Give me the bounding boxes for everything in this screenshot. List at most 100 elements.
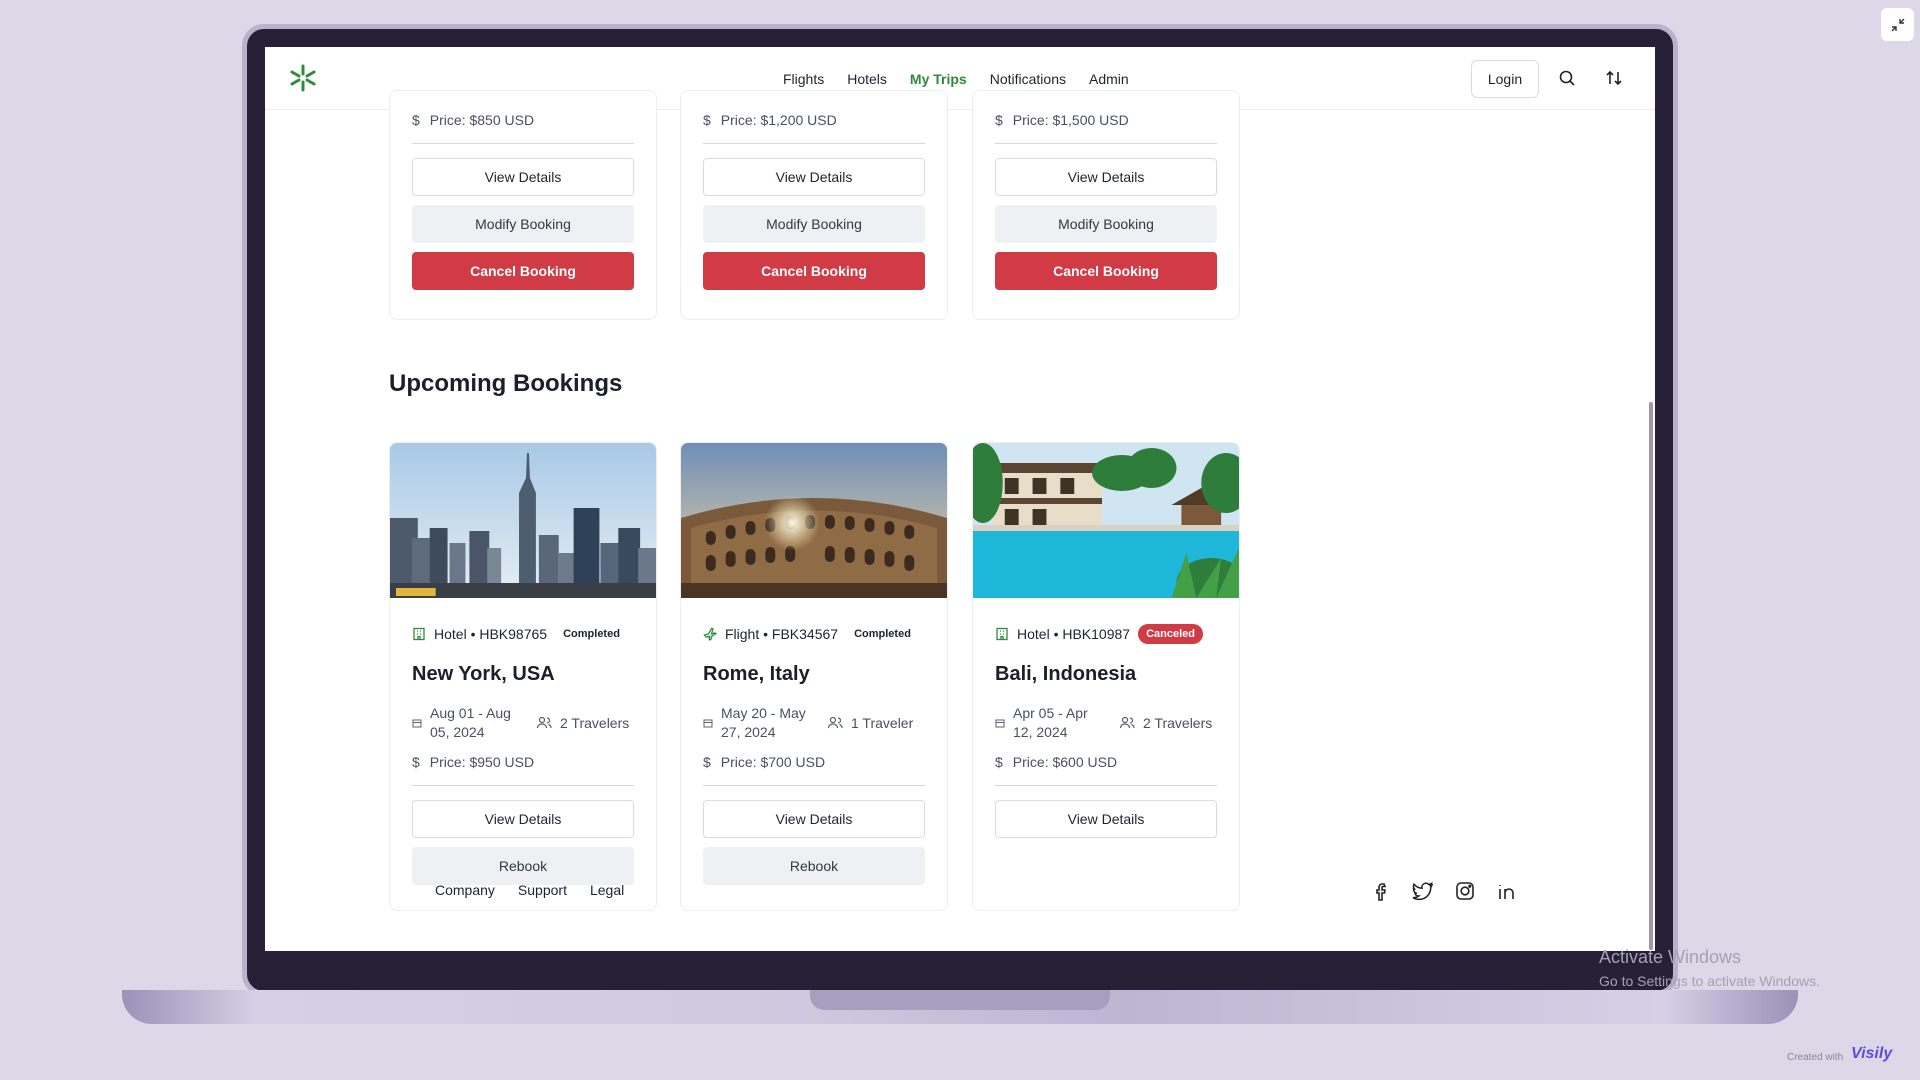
divider	[412, 785, 634, 786]
users-icon	[536, 716, 552, 729]
laptop-notch	[810, 990, 1110, 1010]
booking-type-ref: Hotel • HBK10987	[1017, 626, 1131, 642]
logo-icon[interactable]	[289, 64, 317, 92]
collapse-icon[interactable]	[1881, 8, 1914, 41]
booking-card-active: $ Price: $1,200 USD View Details Modify …	[680, 90, 948, 320]
login-button[interactable]: Login	[1471, 60, 1539, 98]
booking-dates: May 20 - May 27, 2024	[721, 705, 806, 740]
linkedin-icon[interactable]	[1496, 880, 1518, 902]
dollar-icon: $	[703, 112, 711, 128]
booking-details: Apr 05 - Apr 12, 2024 2 Travelers	[995, 704, 1217, 742]
price-label: Price: $700 USD	[720, 754, 826, 770]
price-row: $ Price: $700 USD	[703, 750, 925, 774]
price-label: Price: $1,200 USD	[720, 112, 837, 128]
status-badge: Canceled	[1138, 624, 1204, 644]
travelers: 2 Travelers	[536, 715, 629, 731]
activate-windows-title: Activate Windows	[1599, 947, 1742, 967]
view-details-button[interactable]: View Details	[995, 158, 1217, 196]
price-row: $ Price: $1,500 USD	[995, 108, 1217, 132]
section-title-upcoming: Upcoming Bookings	[389, 370, 623, 397]
divider	[703, 143, 925, 144]
price-label: Price: $600 USD	[1012, 754, 1118, 770]
footer-link-support[interactable]: Support	[518, 882, 567, 898]
booking-type-ref: Flight • FBK34567	[725, 626, 839, 642]
booking-card: Hotel • HBK10987 Canceled Bali, Indonesi…	[972, 442, 1240, 911]
calendar-icon	[412, 719, 422, 728]
view-details-button[interactable]: View Details	[703, 158, 925, 196]
booking-card-active: $ Price: $850 USD View Details Modify Bo…	[389, 90, 657, 320]
booking-meta: Flight • FBK34567 Completed	[703, 623, 925, 645]
colosseum-image	[681, 443, 947, 598]
price-row: $ Price: $950 USD	[412, 750, 634, 774]
booking-type-ref: Hotel • HBK98765	[434, 626, 548, 642]
price-row: $ Price: $600 USD	[995, 750, 1217, 774]
price-label: Price: $1,500 USD	[1012, 112, 1129, 128]
scrollbar[interactable]	[1649, 402, 1653, 950]
facebook-icon[interactable]	[1371, 880, 1393, 902]
view-details-button[interactable]: View Details	[412, 800, 634, 838]
view-details-button[interactable]: View Details	[995, 800, 1217, 838]
travelers-count: 2 Travelers	[560, 715, 630, 731]
footer-link-company[interactable]: Company	[435, 882, 495, 898]
dollar-icon: $	[703, 754, 711, 770]
modify-booking-button[interactable]: Modify Booking	[412, 205, 634, 243]
cancel-booking-button[interactable]: Cancel Booking	[703, 252, 925, 290]
travelers: 2 Travelers	[1119, 715, 1212, 731]
dollar-icon: $	[995, 754, 1003, 770]
booking-card-active: $ Price: $1,500 USD View Details Modify …	[972, 90, 1240, 320]
nav-link-flights[interactable]: Flights	[783, 71, 824, 87]
nav-link-my-trips[interactable]: My Trips	[910, 71, 967, 87]
price-label: Price: $850 USD	[429, 112, 535, 128]
bali-resort-pool-image	[973, 443, 1239, 598]
travelers-count: 1 Traveler	[851, 715, 914, 731]
sort-icon[interactable]	[1605, 69, 1623, 87]
booking-dates: Apr 05 - Apr 12, 2024	[1013, 705, 1088, 740]
modify-booking-button[interactable]: Modify Booking	[995, 205, 1217, 243]
destination-title: New York, USA	[412, 663, 555, 685]
divider	[995, 143, 1217, 144]
twitter-icon[interactable]	[1412, 880, 1434, 902]
booking-dates: Aug 01 - Aug 05, 2024	[430, 705, 511, 740]
hotel-icon	[413, 627, 425, 641]
price-label: Price: $950 USD	[429, 754, 535, 770]
hotel-icon	[996, 627, 1008, 641]
nav-link-hotels[interactable]: Hotels	[847, 71, 887, 87]
flight-icon	[703, 627, 717, 641]
users-icon	[1119, 716, 1135, 729]
search-icon[interactable]	[1558, 69, 1576, 87]
footer: Company Support Legal	[265, 872, 1655, 932]
new-york-skyline-image	[390, 443, 656, 598]
booking-card: Hotel • HBK98765 Completed New York, USA…	[389, 442, 657, 911]
booking-details: Aug 01 - Aug 05, 2024 2 Travelers	[412, 704, 634, 742]
activate-windows-subtitle: Go to Settings to activate Windows.	[1599, 973, 1820, 989]
destination-title: Rome, Italy	[703, 663, 810, 685]
nav-link-admin[interactable]: Admin	[1089, 71, 1129, 87]
dollar-icon: $	[412, 754, 420, 770]
travelers-count: 2 Travelers	[1143, 715, 1213, 731]
booking-details: May 20 - May 27, 2024 1 Traveler	[703, 704, 925, 742]
divider	[412, 143, 634, 144]
dollar-icon: $	[995, 112, 1003, 128]
modify-booking-button[interactable]: Modify Booking	[703, 205, 925, 243]
booking-meta: Hotel • HBK98765 Completed	[412, 623, 634, 645]
instagram-icon[interactable]	[1454, 880, 1476, 902]
view-details-button[interactable]: View Details	[703, 800, 925, 838]
status-badge: Completed	[854, 628, 911, 640]
created-with-label: Created with	[1787, 1052, 1844, 1063]
footer-link-legal[interactable]: Legal	[590, 882, 624, 898]
footer-links: Company Support Legal	[435, 882, 624, 898]
travelers: 1 Traveler	[827, 715, 913, 731]
status-badge: Completed	[563, 628, 620, 640]
divider	[703, 785, 925, 786]
nav-link-notifications[interactable]: Notifications	[990, 71, 1066, 87]
divider	[995, 785, 1217, 786]
calendar-icon	[995, 719, 1005, 728]
dollar-icon: $	[412, 112, 420, 128]
users-icon	[827, 716, 843, 729]
app-screen: Flights Hotels My Trips Notifications Ad…	[265, 47, 1655, 951]
cancel-booking-button[interactable]: Cancel Booking	[995, 252, 1217, 290]
booking-card: Flight • FBK34567 Completed Rome, Italy …	[680, 442, 948, 911]
cancel-booking-button[interactable]: Cancel Booking	[412, 252, 634, 290]
price-row: $ Price: $850 USD	[412, 108, 634, 132]
view-details-button[interactable]: View Details	[412, 158, 634, 196]
